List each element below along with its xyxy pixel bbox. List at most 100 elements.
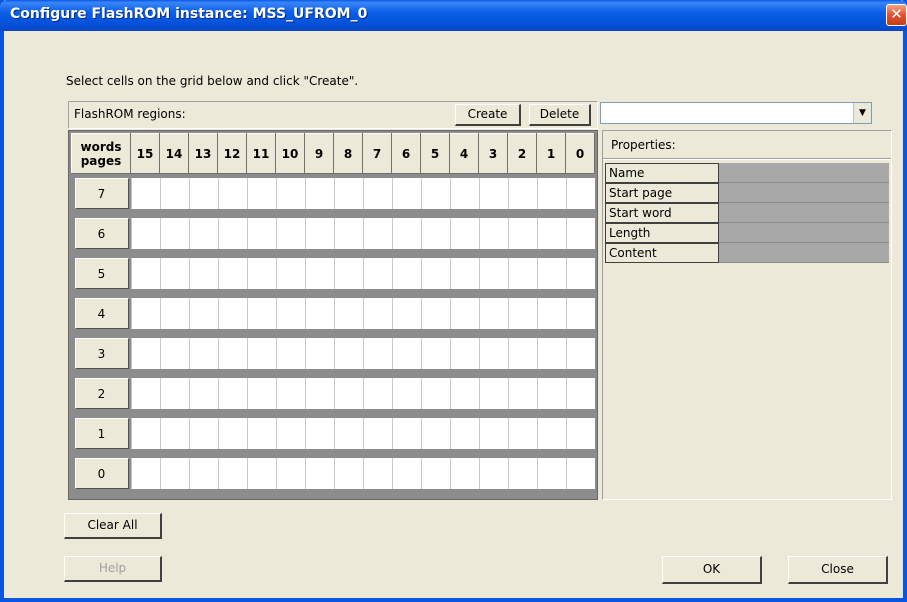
grid-cell[interactable] <box>333 217 363 249</box>
grid-cell[interactable] <box>130 297 160 329</box>
grid-cell[interactable] <box>478 377 508 409</box>
grid-cell[interactable] <box>536 297 566 329</box>
grid-cell[interactable] <box>159 297 189 329</box>
grid-cell[interactable] <box>507 337 537 369</box>
grid-cell[interactable] <box>565 337 595 369</box>
grid-cell[interactable] <box>304 457 334 489</box>
page-row-button[interactable]: 6 <box>74 217 129 249</box>
grid-cell[interactable] <box>217 177 247 209</box>
grid-cell[interactable] <box>304 217 334 249</box>
page-row-button[interactable]: 3 <box>74 337 129 369</box>
grid-cell[interactable] <box>304 377 334 409</box>
grid-cell[interactable] <box>130 177 160 209</box>
grid-cell[interactable] <box>275 417 305 449</box>
grid-cell[interactable] <box>420 257 450 289</box>
grid-cell[interactable] <box>333 177 363 209</box>
page-row-button[interactable]: 5 <box>74 257 129 289</box>
grid-cell[interactable] <box>507 217 537 249</box>
grid-cell[interactable] <box>275 377 305 409</box>
grid-cell[interactable] <box>449 457 479 489</box>
grid-cell[interactable] <box>275 457 305 489</box>
grid-cell[interactable] <box>478 457 508 489</box>
grid-cell[interactable] <box>130 257 160 289</box>
grid-cell[interactable] <box>333 337 363 369</box>
grid-cell[interactable] <box>159 217 189 249</box>
grid-cell[interactable] <box>188 297 218 329</box>
ok-button[interactable]: OK <box>662 556 762 584</box>
grid-cell[interactable] <box>275 177 305 209</box>
grid-cell[interactable] <box>391 177 421 209</box>
clear-all-button[interactable]: Clear All <box>64 513 162 539</box>
grid-cell[interactable] <box>536 457 566 489</box>
grid-cell[interactable] <box>304 417 334 449</box>
grid-cell[interactable] <box>217 417 247 449</box>
grid-cell[interactable] <box>565 177 595 209</box>
grid-cell[interactable] <box>565 297 595 329</box>
grid-cell[interactable] <box>391 377 421 409</box>
grid-cell[interactable] <box>188 377 218 409</box>
grid-cell[interactable] <box>420 177 450 209</box>
chevron-down-icon[interactable]: ▼ <box>853 103 871 123</box>
grid-cell[interactable] <box>536 257 566 289</box>
grid-cell[interactable] <box>246 177 276 209</box>
grid-cell[interactable] <box>217 457 247 489</box>
grid-cell[interactable] <box>217 257 247 289</box>
grid-cell[interactable] <box>333 377 363 409</box>
property-value[interactable] <box>719 163 889 183</box>
grid-cell[interactable] <box>420 377 450 409</box>
grid-cell[interactable] <box>217 297 247 329</box>
grid-cell[interactable] <box>304 177 334 209</box>
grid-cell[interactable] <box>188 217 218 249</box>
property-value[interactable] <box>719 183 889 203</box>
page-row-button[interactable]: 1 <box>74 417 129 449</box>
title-bar[interactable]: Configure FlashROM instance: MSS_UFROM_0… <box>0 0 907 31</box>
grid-cell[interactable] <box>507 257 537 289</box>
grid-cell[interactable] <box>565 417 595 449</box>
grid-cell[interactable] <box>449 377 479 409</box>
grid-cell[interactable] <box>304 337 334 369</box>
grid-cell[interactable] <box>507 177 537 209</box>
grid-cell[interactable] <box>246 217 276 249</box>
grid-cell[interactable] <box>565 457 595 489</box>
grid-cell[interactable] <box>304 257 334 289</box>
grid-cell[interactable] <box>507 297 537 329</box>
grid-cell[interactable] <box>130 377 160 409</box>
grid-cell[interactable] <box>449 417 479 449</box>
grid-cell[interactable] <box>362 217 392 249</box>
grid-cell[interactable] <box>188 337 218 369</box>
grid-cell[interactable] <box>449 177 479 209</box>
grid-cell[interactable] <box>159 417 189 449</box>
grid-cell[interactable] <box>420 297 450 329</box>
grid-cell[interactable] <box>478 417 508 449</box>
grid-cell[interactable] <box>275 297 305 329</box>
grid-cell[interactable] <box>275 337 305 369</box>
grid-cell[interactable] <box>391 417 421 449</box>
grid-cell[interactable] <box>449 337 479 369</box>
grid-cell[interactable] <box>188 417 218 449</box>
page-row-button[interactable]: 0 <box>74 457 129 489</box>
grid-cell[interactable] <box>362 377 392 409</box>
grid-cell[interactable] <box>420 337 450 369</box>
grid-cell[interactable] <box>536 417 566 449</box>
grid-cell[interactable] <box>333 457 363 489</box>
grid-cell[interactable] <box>478 217 508 249</box>
grid-cell[interactable] <box>478 297 508 329</box>
grid-cell[interactable] <box>536 377 566 409</box>
grid-cell[interactable] <box>246 457 276 489</box>
grid-cell[interactable] <box>478 257 508 289</box>
grid-cell[interactable] <box>391 257 421 289</box>
grid-cell[interactable] <box>217 217 247 249</box>
grid-cell[interactable] <box>275 217 305 249</box>
grid-cell[interactable] <box>391 217 421 249</box>
grid-cell[interactable] <box>507 457 537 489</box>
property-value[interactable] <box>719 223 889 243</box>
grid-cell[interactable] <box>565 217 595 249</box>
property-value[interactable] <box>719 203 889 223</box>
grid-cell[interactable] <box>188 177 218 209</box>
page-row-button[interactable]: 7 <box>74 177 129 209</box>
grid-cell[interactable] <box>478 337 508 369</box>
grid-cell[interactable] <box>159 377 189 409</box>
grid-cell[interactable] <box>333 297 363 329</box>
grid-cell[interactable] <box>362 417 392 449</box>
grid-cell[interactable] <box>362 337 392 369</box>
